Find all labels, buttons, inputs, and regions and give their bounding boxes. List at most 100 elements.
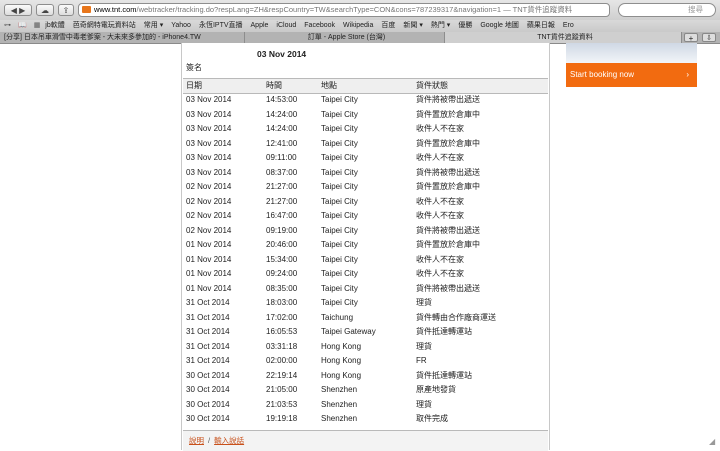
url-host: www.tnt.com	[94, 5, 137, 14]
bookmark-list: jb軟體 芭奇網特電玩資料站 常用 ▾ Yahoo 永恆IPTV直播 Apple iClou…	[45, 22, 581, 29]
search-placeholder: 搜尋	[688, 5, 703, 14]
cell-status: 貨件置放於倉庫中	[416, 138, 480, 148]
bookmark-item[interactable]: Facebook	[304, 20, 335, 32]
col-status: 貨件狀態	[416, 81, 448, 90]
table-row: 01 Nov 2014 08:35:00 Taipei City 貨件將被帶出遞送	[183, 282, 548, 297]
chevron-right-icon: ›	[686, 70, 689, 79]
cell-location: Taipei City	[321, 225, 358, 235]
cell-status: 收件人不在家	[416, 254, 464, 264]
start-booking-label: Start booking now	[570, 70, 635, 79]
table-row: 01 Nov 2014 09:24:00 Taipei City 收件人不在家	[183, 267, 548, 282]
new-tab-button[interactable]: +	[684, 33, 698, 43]
resize-grip-icon[interactable]: ◢	[709, 438, 717, 446]
address-bar[interactable]: www.tnt.com/webtracker/tracking.do?respL…	[78, 3, 610, 17]
cell-time: 21:05:00	[266, 385, 298, 394]
cell-location: Taipei City	[321, 109, 358, 119]
cell-time: 09:11:00	[266, 153, 297, 162]
table-row: 31 Oct 2014 17:02:00 Taichung 貨件轉由合作廠商運送	[183, 311, 548, 326]
bookmark-item[interactable]: 新聞 ▾	[403, 20, 422, 32]
cell-time: 21:27:00	[266, 196, 298, 206]
table-row: 30 Oct 2014 19:19:18 Shenzhen 取件完成	[183, 412, 548, 427]
table-row: 31 Oct 2014 16:05:53 Taipei Gateway 貨件抵達轉運站	[183, 325, 548, 340]
cell-status: 收件人不在家	[416, 196, 464, 206]
reading-list-icon[interactable]: ⊶	[4, 20, 11, 32]
cell-location: Taipei City	[321, 211, 358, 220]
cell-location: Taipei City	[321, 196, 358, 206]
bookmark-item[interactable]: 永恆IPTV直播	[199, 20, 243, 32]
cell-status: 貨件將被帶出遞送	[416, 95, 480, 104]
cell-date: 01 Nov 2014	[186, 240, 232, 249]
tab-tnt-tracking[interactable]: TNT貨件追蹤資料	[445, 32, 682, 43]
bookmark-item[interactable]: Yahoo	[171, 20, 191, 32]
booking-banner: Start booking now ›	[566, 43, 697, 87]
cell-location: Taipei City	[321, 95, 358, 104]
bookmark-item[interactable]: jb軟體	[45, 20, 64, 32]
url-path: /webtracker/tracking.do?respLang=ZH&resp…	[136, 5, 502, 14]
signature-label: 簽名	[186, 63, 202, 72]
table-row: 02 Nov 2014 21:27:00 Taipei City 貨件置放於倉庫中	[183, 180, 548, 195]
cell-location: Taipei City	[321, 269, 358, 278]
table-row: 02 Nov 2014 16:47:00 Taipei City 收件人不在家	[183, 209, 548, 224]
cell-date: 02 Nov 2014	[186, 225, 232, 235]
icloud-tabs-button[interactable]: ☁	[36, 4, 54, 16]
cell-time: 19:19:18	[266, 414, 298, 423]
cell-date: 30 Oct 2014	[186, 385, 230, 394]
cell-date: 31 Oct 2014	[186, 341, 230, 351]
cell-time: 08:37:00	[266, 167, 298, 177]
cell-status: 貨件抵達轉運站	[416, 370, 472, 380]
search-field[interactable]: 搜尋	[618, 3, 716, 17]
tab-iphone4tw[interactable]: [分享] 日本吊車滑雪中毒老爹案 - 大未來多參加的 - iPhone4.TW	[0, 32, 245, 43]
cell-date: 31 Oct 2014	[186, 298, 230, 307]
share-button[interactable]: ⇪	[58, 4, 74, 16]
bookmark-item[interactable]: Wikipedia	[343, 20, 373, 32]
tab-label: [分享] 日本吊車滑雪中毒老爹案 - 大未來多參加的 - iPhone4.TW	[4, 34, 201, 41]
cell-date: 31 Oct 2014	[186, 356, 230, 365]
tab-apple-store[interactable]: 訂單 - Apple Store (台灣)	[245, 32, 445, 43]
cell-time: 09:19:00	[266, 225, 298, 235]
cell-status: 取件完成	[416, 414, 448, 423]
help-link[interactable]: 說明	[189, 436, 204, 445]
cell-location: Taipei Gateway	[321, 327, 376, 336]
cell-date: 03 Nov 2014	[186, 124, 232, 133]
cell-date: 02 Nov 2014	[186, 182, 232, 191]
start-booking-button[interactable]: Start booking now ›	[566, 63, 697, 87]
bookmark-item[interactable]: 熱門 ▾	[431, 20, 450, 32]
cell-time: 22:19:14	[266, 370, 298, 380]
bookmark-item[interactable]: 優勝	[458, 20, 472, 32]
table-row: 02 Nov 2014 09:19:00 Taipei City 貨件將被帶出遞送	[183, 224, 548, 239]
cell-time: 15:34:00	[266, 254, 298, 264]
bookmark-item[interactable]: 芭奇網特電玩資料站	[73, 20, 136, 32]
cell-date: 03 Nov 2014	[186, 95, 232, 104]
table-row: 03 Nov 2014 12:41:00 Taipei City 貨件置放於倉庫中	[183, 137, 548, 152]
bookmark-item[interactable]: iCloud	[276, 20, 296, 32]
cell-location: Taipei City	[321, 298, 358, 307]
bookmark-item[interactable]: 百度	[381, 20, 395, 32]
cell-date: 01 Nov 2014	[186, 269, 232, 278]
cell-status: 理貨	[416, 341, 432, 351]
table-row: 03 Nov 2014 09:11:00 Taipei City 收件人不在家	[183, 151, 548, 166]
top-sites-icon[interactable]: ▦	[34, 20, 41, 32]
bookmark-item[interactable]: Apple	[251, 20, 269, 32]
cell-location: Hong Kong	[321, 356, 362, 365]
input-link[interactable]: 輸入說話	[214, 436, 244, 445]
table-row: 02 Nov 2014 21:27:00 Taipei City 收件人不在家	[183, 195, 548, 210]
back-forward-buttons[interactable]: ◀ ▶	[4, 4, 32, 16]
panel-footer: 說明 / 輸入說話	[183, 430, 548, 451]
table-row: 03 Nov 2014 14:53:00 Taipei City 貨件將被帶出遞送	[183, 93, 548, 108]
cell-status: 貨件將被帶出遞送	[416, 283, 480, 293]
table-row: 03 Nov 2014 08:37:00 Taipei City 貨件將被帶出遞送	[183, 166, 548, 181]
cell-location: Shenzhen	[321, 399, 358, 409]
cell-location: Taipei City	[321, 138, 358, 148]
bookmark-item[interactable]: Google 地圖	[480, 20, 519, 32]
table-row: 31 Oct 2014 03:31:18 Hong Kong 理貨	[183, 340, 548, 355]
cell-time: 08:35:00	[266, 283, 298, 293]
bookmark-item[interactable]: Ero	[563, 20, 574, 32]
cell-date: 02 Nov 2014	[186, 211, 232, 220]
bookmark-item[interactable]: 常用 ▾	[144, 20, 163, 32]
bookmarks-icon[interactable]: 📖	[18, 20, 27, 32]
cell-location: Taichung	[321, 312, 354, 322]
cell-date: 03 Nov 2014	[186, 138, 232, 148]
bookmark-item[interactable]: 蘋果日報	[527, 20, 555, 32]
downloads-button[interactable]: ⇩	[702, 33, 716, 42]
cell-status: 收件人不在家	[416, 124, 464, 133]
